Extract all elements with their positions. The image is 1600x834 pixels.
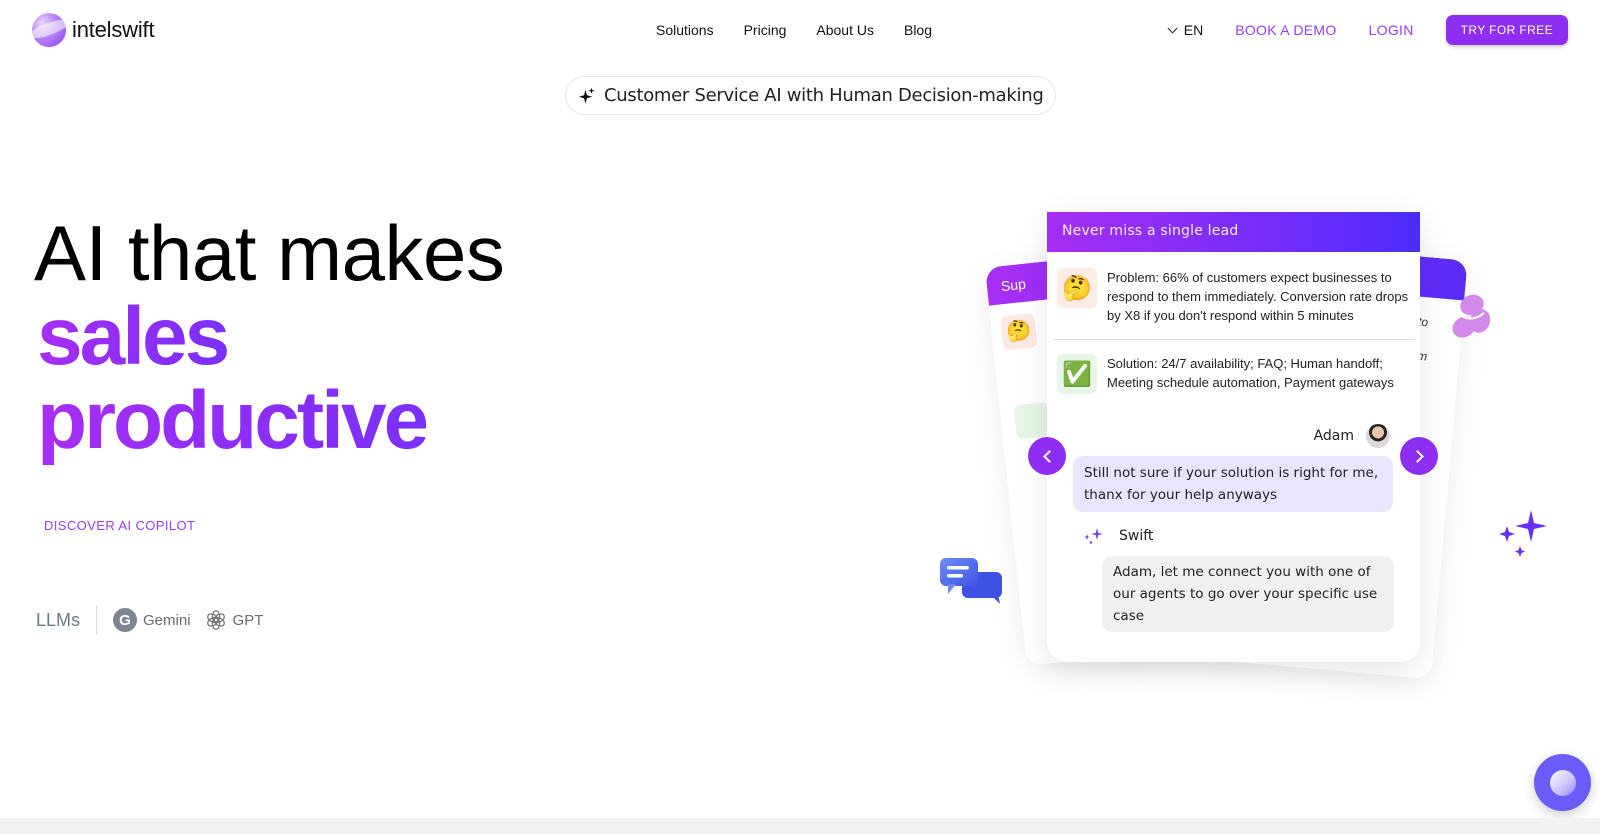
login-link[interactable]: LOGIN xyxy=(1369,22,1414,38)
section-divider xyxy=(0,818,1600,834)
chat-bubbles-icon xyxy=(940,558,1002,604)
user-label: Adam xyxy=(1314,424,1390,448)
user-name: Adam xyxy=(1313,428,1354,444)
header-actions: EN BOOK A DEMO LOGIN TRY FOR FREE xyxy=(1167,15,1568,45)
hero-heading-line3: productive xyxy=(37,375,429,466)
bot-message: Adam, let me connect you with one of our… xyxy=(1102,556,1394,632)
sparkle-icon xyxy=(1084,528,1103,544)
llm-name: GPT xyxy=(232,611,264,629)
carousel-prev-button[interactable] xyxy=(1028,437,1066,475)
tagline-text: Customer Service AI with Human Decision-… xyxy=(604,85,1044,106)
bot-label: Swift xyxy=(1083,527,1153,545)
brand-name: intelswift xyxy=(72,17,155,42)
tagline-badge: Customer Service AI with Human Decision-… xyxy=(565,76,1057,115)
chat-widget-button[interactable] xyxy=(1534,754,1591,811)
gemini-g-icon: G xyxy=(113,608,138,632)
llm-list: LLMs G Gemini GPT xyxy=(36,605,263,635)
llm-gemini: G Gemini xyxy=(113,608,191,632)
thinking-emoji-icon: 🤔 xyxy=(1000,312,1038,351)
problem-row: 🤔 Problem: 66% of customers expect busin… xyxy=(1047,268,1420,325)
main-nav: Solutions Pricing About Us Blog xyxy=(656,22,932,38)
bot-name: Swift xyxy=(1119,528,1154,544)
problem-text: Problem: 66% of customers expect busines… xyxy=(1107,270,1409,323)
discover-ai-copilot-link[interactable]: DISCOVER AI COPILOT xyxy=(44,518,195,533)
avatar xyxy=(1366,424,1390,448)
swirl-logo-icon xyxy=(1452,294,1491,338)
chevron-right-icon xyxy=(1410,449,1424,463)
llms-label: LLMs xyxy=(36,609,81,630)
try-for-free-button[interactable]: TRY FOR FREE xyxy=(1445,15,1568,45)
hero-heading-line2: sales xyxy=(37,291,230,382)
solution-row: ✅ Solution: 24/7 availability; FAQ; Huma… xyxy=(1047,354,1420,394)
brand-logo[interactable]: intelswift xyxy=(32,13,155,47)
nav-solutions[interactable]: Solutions xyxy=(656,22,714,38)
sparkle-icon xyxy=(578,87,595,103)
openai-icon xyxy=(206,610,225,630)
divider xyxy=(1053,339,1414,340)
chevron-down-icon xyxy=(1167,23,1178,33)
nav-blog[interactable]: Blog xyxy=(904,22,932,38)
language-label: EN xyxy=(1183,22,1204,38)
card-title: Never miss a single lead xyxy=(1047,212,1420,252)
language-selector[interactable]: EN xyxy=(1167,22,1204,38)
divider xyxy=(96,605,98,635)
chevron-left-icon xyxy=(1042,449,1056,463)
user-message: Still not sure if your solution is right… xyxy=(1073,456,1393,512)
intelswift-logo-icon xyxy=(1549,769,1576,796)
hero-heading-line1: AI that makes xyxy=(34,209,505,297)
solution-text: Solution: 24/7 availability; FAQ; Human … xyxy=(1107,356,1394,390)
llm-gpt: GPT xyxy=(205,609,264,631)
intelswift-logo-icon xyxy=(32,13,66,47)
check-mark-icon: ✅ xyxy=(1057,354,1097,394)
llm-name: Gemini xyxy=(143,611,191,629)
check-emoji-icon xyxy=(1013,402,1051,440)
nav-pricing[interactable]: Pricing xyxy=(744,22,787,38)
book-demo-link[interactable]: BOOK A DEMO xyxy=(1235,22,1336,38)
landing-page: intelswift Solutions Pricing About Us Bl… xyxy=(0,0,1600,834)
sparkles-icon xyxy=(1499,510,1547,557)
nav-about-us[interactable]: About Us xyxy=(816,22,874,38)
carousel-card-active: Never miss a single lead 🤔 Problem: 66% … xyxy=(1047,212,1420,662)
thinking-face-icon: 🤔 xyxy=(1057,268,1097,308)
carousel-next-button[interactable] xyxy=(1400,437,1438,475)
